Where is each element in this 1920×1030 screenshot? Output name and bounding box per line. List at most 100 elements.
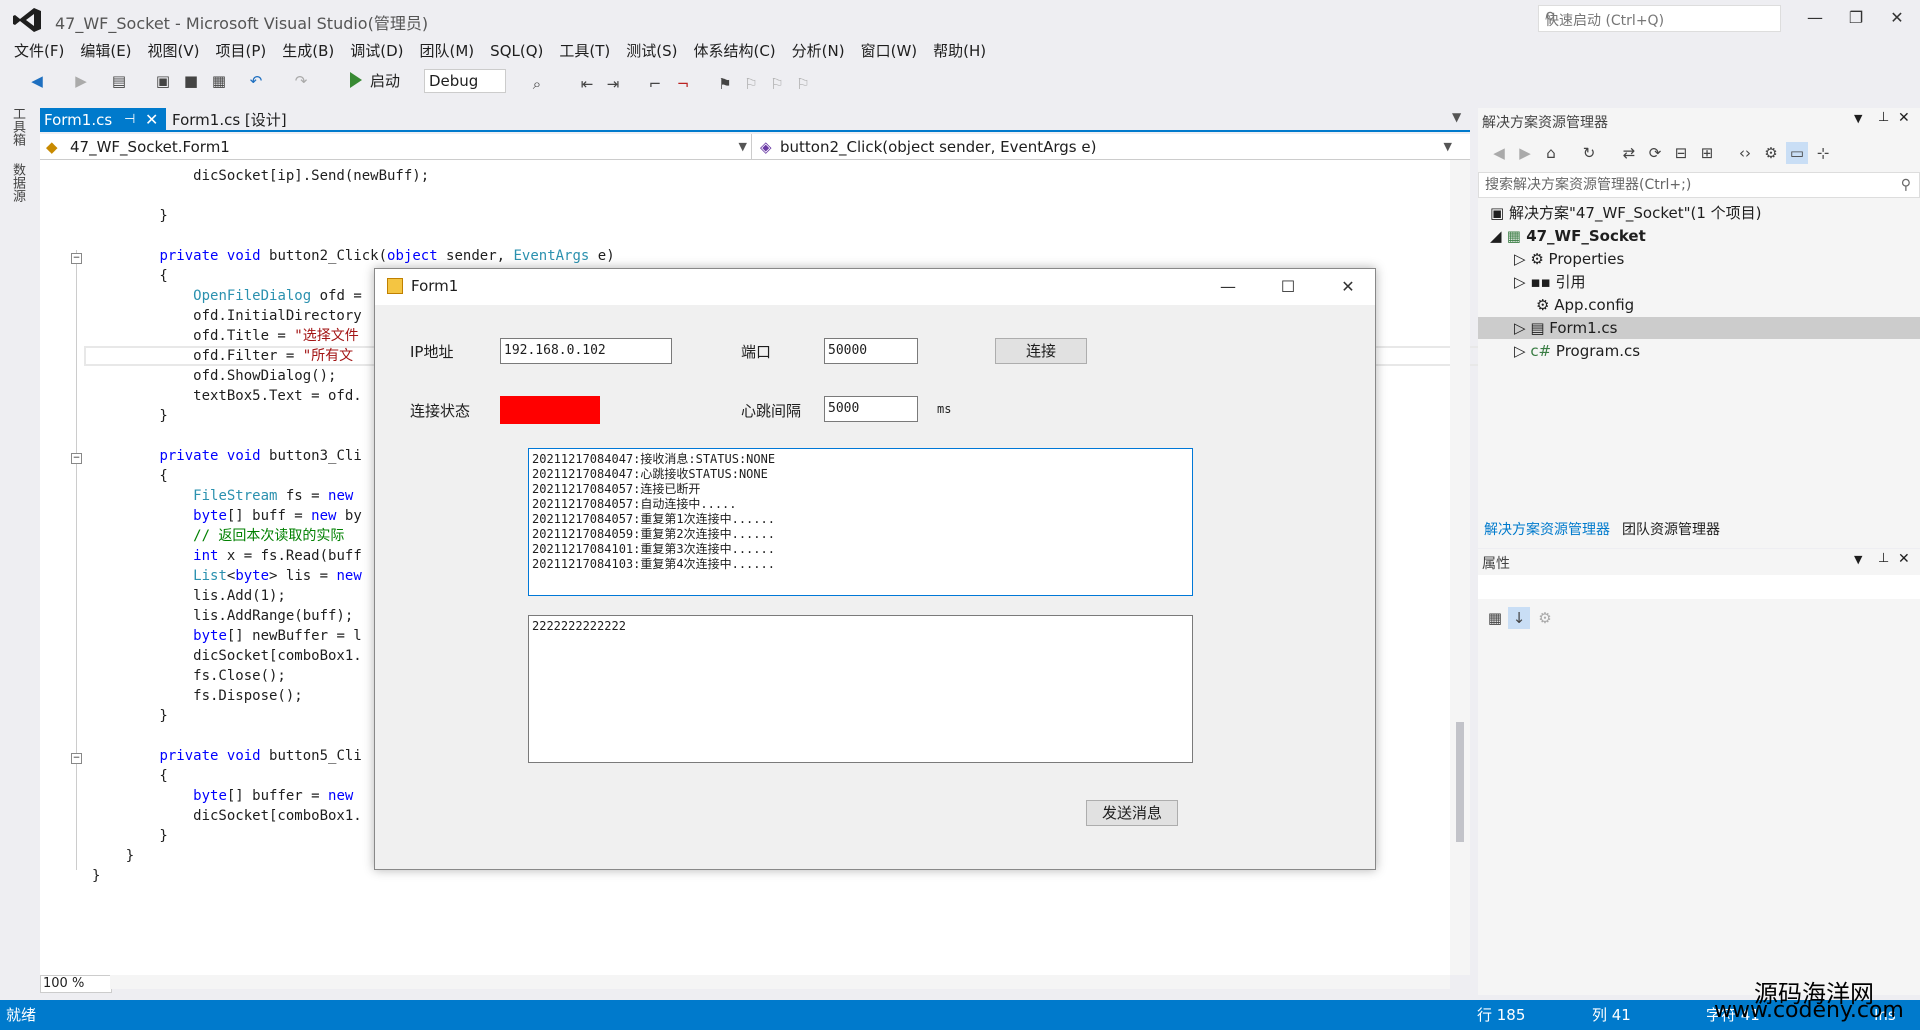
back-icon[interactable]: ◀ <box>26 70 48 92</box>
tree-item-references[interactable]: ▷ ▪▪ 引用 <box>1514 271 1585 293</box>
tab-form1-design[interactable]: Form1.cs [设计] <box>172 108 287 132</box>
collapse-all-icon[interactable]: ⊟ <box>1670 142 1692 164</box>
vertical-scrollbar[interactable] <box>1450 160 1470 975</box>
format-icon[interactable]: ⇤ <box>576 73 598 95</box>
tree-item-program-cs[interactable]: ▷ c# Program.cs <box>1514 340 1640 362</box>
refresh-icon[interactable]: ⟳ <box>1644 142 1666 164</box>
save-icon[interactable]: ■ <box>180 70 202 92</box>
menu-project[interactable]: 项目(P) <box>208 40 275 62</box>
zoom-select[interactable]: 100 % <box>40 975 112 993</box>
menu-debug[interactable]: 调试(D) <box>342 40 411 62</box>
menu-sql[interactable]: SQL(Q) <box>482 40 551 62</box>
port-input[interactable]: 50000 <box>824 338 918 364</box>
close-button[interactable]: ✕ <box>1319 269 1377 305</box>
toolbox-tab[interactable]: 工具箱 <box>8 107 27 146</box>
view-code-icon[interactable]: ‹› <box>1734 142 1756 164</box>
log-textarea[interactable]: 20211217084047:接收消息:STATUS:NONE 202112170… <box>528 448 1193 596</box>
preview-icon[interactable]: ▭ <box>1786 142 1808 164</box>
property-pages-icon[interactable]: ⚙ <box>1534 607 1556 629</box>
outdent-icon[interactable]: ⇥ <box>602 73 624 95</box>
menu-view[interactable]: 视图(V) <box>140 40 208 62</box>
back-icon[interactable]: ◀ <box>1488 142 1510 164</box>
menu-help[interactable]: 帮助(H) <box>925 40 994 62</box>
menu-test[interactable]: 测试(S) <box>618 40 685 62</box>
class-dropdown[interactable]: ◆ 47_WF_Socket.Form1 ▼ <box>40 134 752 160</box>
menu-file[interactable]: 文件(F) <box>0 40 72 62</box>
pin-icon[interactable]: ⊣ <box>124 108 135 132</box>
code-line: dicSocket[ip].Send(newBuff); <box>92 168 430 184</box>
scroll-thumb[interactable] <box>1456 722 1464 842</box>
menu-analyze[interactable]: 分析(N) <box>784 40 853 62</box>
search-icon[interactable]: ⚲ <box>1901 173 1911 197</box>
forward-icon[interactable]: ▶ <box>1514 142 1536 164</box>
minimize-button[interactable]: — <box>1199 269 1257 305</box>
tab-solution-explorer[interactable]: 解决方案资源管理器 <box>1478 522 1616 538</box>
categorized-icon[interactable]: ▦ <box>1484 607 1506 629</box>
clear-bookmarks-icon[interactable]: ⚐ <box>792 73 814 95</box>
message-textarea[interactable]: 2222222222222 <box>528 615 1193 763</box>
collapse-icon[interactable]: − <box>71 253 82 264</box>
undo-icon[interactable]: ↶ <box>245 70 267 92</box>
new-project-icon[interactable]: ▤ <box>108 70 130 92</box>
menu-build[interactable]: 生成(B) <box>274 40 342 62</box>
next-bookmark-icon[interactable]: ⚐ <box>766 73 788 95</box>
close-icon[interactable]: ✕ <box>1898 551 1910 567</box>
redo-icon[interactable]: ↷ <box>290 70 312 92</box>
sync-icon[interactable]: ↻ <box>1578 142 1600 164</box>
tree-project[interactable]: ◢ ▦ 47_WF_Socket <box>1490 225 1646 247</box>
close-icon[interactable]: ✕ <box>1898 110 1910 126</box>
panel-menu-icon[interactable]: ▼ <box>1854 553 1862 566</box>
maximize-button[interactable]: ☐ <box>1259 269 1317 305</box>
collapse-icon[interactable]: − <box>71 453 82 464</box>
restore-button[interactable]: ❐ <box>1838 4 1874 32</box>
close-button[interactable]: ✕ <box>1879 4 1915 32</box>
alphabetical-icon[interactable]: ↓ <box>1508 607 1530 629</box>
datasource-tab[interactable]: 数据源 <box>8 163 27 202</box>
bookmark-icon[interactable]: ⚑ <box>714 73 736 95</box>
tab-team-explorer[interactable]: 团队资源管理器 <box>1616 522 1726 538</box>
tab-form1-cs[interactable]: Form1.cs ⊣ ✕ <box>40 108 166 132</box>
tree-item-app-config[interactable]: ⚙ App.config <box>1536 294 1634 316</box>
minimize-button[interactable]: — <box>1797 4 1833 32</box>
solution-config-select[interactable]: Debug <box>424 69 506 93</box>
horizontal-scrollbar[interactable] <box>110 975 1450 989</box>
start-button[interactable]: 启动 <box>370 70 400 91</box>
solution-explorer-panel: 解决方案资源管理器 ▼ ⊥ ✕ ◀ ▶ ⌂ ↻ ⇄ ⟳ ⊟ ⊞ ‹› ⚙ ▭ ⊹… <box>1478 108 1920 548</box>
show-all-files-icon[interactable]: ⊞ <box>1696 142 1718 164</box>
menu-architecture[interactable]: 体系结构(C) <box>685 40 783 62</box>
pin-icon[interactable]: ⊥ <box>1878 551 1889 566</box>
properties-object-select[interactable] <box>1478 575 1920 599</box>
heartbeat-input[interactable]: 5000 <box>824 396 918 422</box>
home-icon[interactable]: ⌂ <box>1540 142 1562 164</box>
member-dropdown[interactable]: ◈ button2_Click(object sender, EventArgs… <box>756 134 1456 160</box>
collapse-icon[interactable]: − <box>71 753 82 764</box>
comment-icon[interactable]: ⌐ <box>644 73 666 95</box>
close-icon[interactable]: ✕ <box>145 108 158 132</box>
panel-menu-icon[interactable]: ▼ <box>1854 112 1862 125</box>
search-icon[interactable]: ⚲ <box>1545 10 1774 26</box>
properties-icon[interactable]: ⚙ <box>1760 142 1782 164</box>
prev-bookmark-icon[interactable]: ⚐ <box>740 73 762 95</box>
pending-changes-icon[interactable]: ⇄ <box>1618 142 1640 164</box>
quick-launch-input[interactable]: 快速启动 (Ctrl+Q) ⚲ <box>1538 5 1781 32</box>
find-icon[interactable]: ⌕ <box>526 73 548 95</box>
tree-solution[interactable]: ▣ 解决方案"47_WF_Socket"(1 个项目) <box>1490 202 1762 224</box>
tab-dropdown-icon[interactable]: ▼ <box>1452 110 1461 124</box>
menu-team[interactable]: 团队(M) <box>412 40 483 62</box>
save-all-icon[interactable]: ▦ <box>208 70 230 92</box>
tree-item-properties[interactable]: ▷ ⚙ Properties <box>1514 248 1624 270</box>
class-view-icon[interactable]: ⊹ <box>1812 142 1834 164</box>
tree-item-form1-cs[interactable]: ▷ ▤ Form1.cs <box>1478 317 1920 339</box>
forward-icon[interactable]: ▶ <box>70 70 92 92</box>
ip-input[interactable]: 192.168.0.102 <box>500 338 672 364</box>
menu-edit[interactable]: 编辑(E) <box>72 40 139 62</box>
pin-icon[interactable]: ⊥ <box>1878 110 1889 125</box>
start-icon[interactable] <box>350 72 362 88</box>
solution-search-input[interactable]: 搜索解决方案资源管理器(Ctrl+;) ⚲ <box>1478 172 1920 198</box>
uncomment-icon[interactable]: ¬ <box>672 73 694 95</box>
send-message-button[interactable]: 发送消息 <box>1086 800 1178 826</box>
menu-window[interactable]: 窗口(W) <box>853 40 926 62</box>
connect-button[interactable]: 连接 <box>995 338 1087 364</box>
open-file-icon[interactable]: ▣ <box>152 70 174 92</box>
menu-tools[interactable]: 工具(T) <box>551 40 618 62</box>
